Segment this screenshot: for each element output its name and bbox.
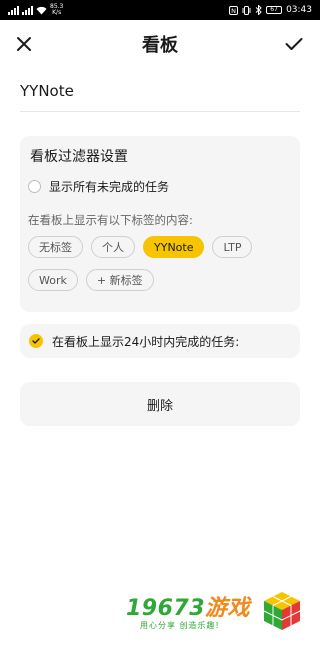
show-all-unfinished-option[interactable]: 显示所有未完成的任务 (28, 176, 169, 196)
show-all-unfinished-label: 显示所有未完成的任务 (49, 179, 170, 194)
watermark-slogan: 用心分享 创造乐趣! (140, 621, 220, 630)
vibrate-icon (242, 5, 251, 15)
tag-yynote[interactable]: YYNote (143, 236, 205, 258)
check-icon (285, 38, 303, 50)
close-icon (17, 37, 31, 51)
radio-unchecked-icon (28, 179, 41, 193)
tag-ltp[interactable]: LTP (212, 236, 253, 258)
status-time: 03:43 (286, 5, 312, 15)
close-button[interactable] (10, 30, 38, 58)
completed-24h-label: 在看板上显示24小时内完成的任务: (52, 334, 240, 349)
tag-no-label[interactable]: 无标签 (28, 236, 83, 258)
watermark-text-orange: 游戏 (205, 596, 251, 621)
completed-24h-option[interactable]: 在看板上显示24小时内完成的任务: (20, 324, 300, 358)
tag-row: 无标签 个人 YYNote LTP (28, 236, 253, 258)
delete-button[interactable]: 删除 (20, 382, 300, 426)
cube-logo-icon (263, 592, 301, 630)
confirm-button[interactable] (280, 30, 308, 58)
tag-work[interactable]: Work (28, 269, 78, 291)
tag-row: Work + 新标签 (28, 269, 154, 291)
filter-title: 看板过滤器设置 (30, 149, 128, 165)
signal-icon (8, 5, 19, 15)
net-speed: 85.3 K/s (50, 4, 63, 16)
bluetooth-icon (255, 5, 262, 15)
watermark-text-green: 19673 (126, 596, 206, 621)
signal-icon-2 (22, 5, 33, 15)
svg-text:N: N (231, 7, 236, 15)
net-speed-unit: K/s (52, 9, 62, 16)
board-name-input[interactable]: YYNote (20, 76, 300, 112)
filter-settings-card: 看板过滤器设置 显示所有未完成的任务 在看板上显示有以下标签的内容: 无标签 个… (20, 136, 300, 312)
tag-personal[interactable]: 个人 (91, 236, 135, 258)
nfc-icon: N (229, 5, 239, 15)
status-bar: 85.3 K/s N 67 03:43 (0, 0, 320, 20)
wifi-icon (36, 6, 47, 14)
page-title: 看板 (142, 35, 178, 56)
watermark-text: 19673游戏 (126, 590, 250, 622)
tags-label: 在看板上显示有以下标签的内容: (28, 213, 193, 227)
checked-circle-icon (29, 334, 43, 348)
header: 看板 (0, 24, 320, 64)
battery-icon: 67 (266, 6, 283, 14)
new-tag-button[interactable]: + 新标签 (85, 269, 154, 291)
watermark-logo: 19673游戏 用心分享 创造乐趣! (122, 590, 304, 636)
